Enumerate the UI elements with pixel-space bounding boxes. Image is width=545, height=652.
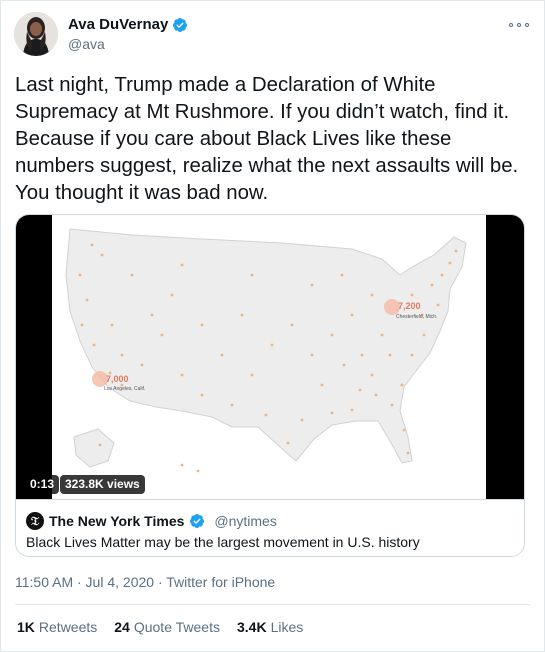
quoted-text: Black Lives Matter may be the largest mo… [26,534,420,550]
retweets-stat[interactable]: 1K Retweets [17,619,97,635]
likes-count: 3.4K [236,619,267,635]
quoted-name[interactable]: The New York Times [49,513,184,529]
author-handle[interactable]: @ava [68,36,105,52]
quotes-label: Quote Tweets [133,619,220,635]
video-views: 323.8K views [60,475,145,494]
likes-stat[interactable]: 3.4K Likes [237,619,303,635]
quoted-handle[interactable]: @nytimes [214,513,276,529]
quoted-tweet[interactable]: 𝔗 The New York Times @nytimes Black Live… [16,499,524,556]
display-name[interactable]: Ava DuVernay [68,16,168,33]
verified-badge-icon [173,17,188,32]
more-options-icon[interactable] [509,18,529,32]
tweet-header: Ava DuVernay @ava [14,12,531,58]
tweet-text-line: Last night, Trump made a Declaration of … [15,74,436,96]
quote-tweets-stat[interactable]: 24 Quote Tweets [114,619,220,635]
tweet-text: Last night, Trump made a Declaration of … [15,72,530,207]
tweet-text-line: You thought it was bad now. [15,182,269,204]
us-map-graphic: 7,200 Chesterfield, Mich. 7,000 Los Ange… [52,215,486,499]
tweet-text-line: Because if you care about Black Lives li… [15,128,452,150]
avatar[interactable] [14,12,58,56]
map-label-mich: 7,200 [398,301,421,311]
tweet-stats: 1K Retweets 24 Quote Tweets 3.4K Likes [17,619,303,635]
quoted-header: 𝔗 The New York Times @nytimes [26,512,277,530]
video-frame[interactable]: 7,200 Chesterfield, Mich. 7,000 Los Ange… [52,215,486,499]
divider [15,604,530,605]
tweet-text-line: Supremacy at Mt Rushmore. If you didn’t … [15,101,510,123]
tweet-text-line: numbers suggest, realize what the next a… [15,155,519,177]
map-label-mich-place: Chesterfield, Mich. [396,314,437,320]
likes-label: Likes [270,619,304,635]
media-card: 7,200 Chesterfield, Mich. 7,000 Los Ange… [15,214,525,557]
verified-badge-icon [190,514,205,528]
video-player[interactable]: 7,200 Chesterfield, Mich. 7,000 Los Ange… [16,215,524,499]
tweet-meta[interactable]: 11:50 AM · Jul 4, 2020 · Twitter for iPh… [15,574,275,590]
name-row: Ava DuVernay [68,16,188,33]
map-label-la-place: Los Angeles, Calif. [104,386,145,392]
nyt-logo-icon: 𝔗 [26,512,44,530]
map-label-la: 7,000 [106,374,129,384]
quotes-count: 24 [114,619,130,635]
video-timestamp: 0:13 [25,475,60,494]
retweets-count: 1K [17,619,35,635]
retweets-label: Retweets [38,619,98,635]
